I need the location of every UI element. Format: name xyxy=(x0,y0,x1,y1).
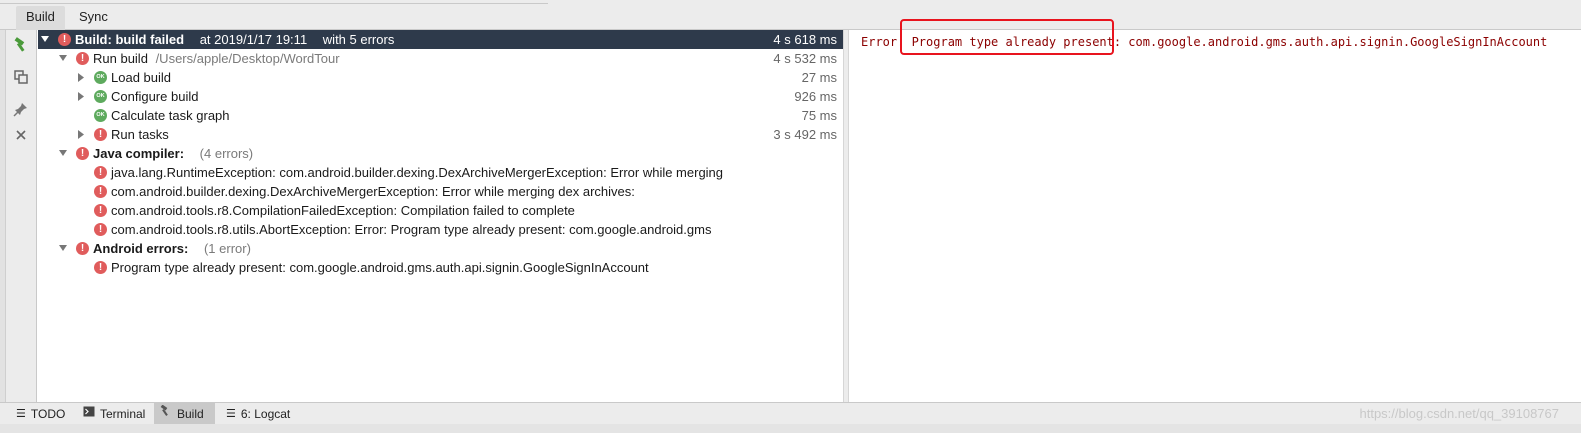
load-build-label: Load build xyxy=(111,70,171,85)
tab-build[interactable]: Build xyxy=(16,6,65,30)
collapse-arrow-icon[interactable] xyxy=(75,87,87,106)
root-status: build failed xyxy=(115,32,185,47)
collapse-arrow-icon[interactable] xyxy=(75,125,87,144)
error-icon xyxy=(94,185,107,198)
java-compiler-count: (4 errors) xyxy=(199,146,254,161)
java-compiler-label-group: Java compiler: (4 errors) xyxy=(93,144,253,163)
android-errors-count: (1 error) xyxy=(203,241,251,256)
tree-item-load-build[interactable]: Load build 27 ms xyxy=(38,68,843,87)
error-icon xyxy=(76,147,89,160)
rebuild-hammer-icon[interactable] xyxy=(12,36,30,54)
ok-icon xyxy=(94,109,107,122)
java-error-item[interactable]: com.android.builder.dexing.DexArchiveMer… xyxy=(38,182,843,201)
watermark: https://blog.csdn.net/qq_39108767 xyxy=(1359,406,1560,421)
left-edge-strip xyxy=(0,30,6,402)
bottom-tool-bar: ☰ TODO Terminal Build ☰ 6: Logcat https:… xyxy=(0,402,1581,425)
android-error-item[interactable]: Program type already present: com.google… xyxy=(38,258,843,277)
run-tasks-label: Run tasks xyxy=(111,127,169,142)
error-icon xyxy=(94,128,107,141)
error-icon xyxy=(94,261,107,274)
collapse-arrow-icon[interactable] xyxy=(75,68,87,87)
android-error-text: Program type already present: com.google… xyxy=(111,260,649,275)
java-error-item[interactable]: java.lang.RuntimeException: com.android.… xyxy=(38,163,843,182)
toggle-view-icon[interactable] xyxy=(12,68,30,86)
java-error-item[interactable]: com.android.tools.r8.utils.AbortExceptio… xyxy=(38,220,843,239)
configure-build-label: Configure build xyxy=(111,89,199,104)
expand-arrow-icon[interactable] xyxy=(57,49,69,68)
configure-build-duration: 926 ms xyxy=(794,89,837,104)
bottom-tab-terminal-label: Terminal xyxy=(100,407,146,421)
run-build-duration: 4 s 532 ms xyxy=(773,51,837,66)
tree-item-run-build[interactable]: Run build /Users/apple/Desktop/WordTour … xyxy=(38,49,843,68)
bottom-tab-terminal[interactable]: Terminal xyxy=(77,403,153,425)
error-icon xyxy=(94,204,107,217)
tool-window-header: Build Sync xyxy=(0,0,1581,30)
tree-item-android-errors[interactable]: Android errors: (1 error) xyxy=(38,239,843,258)
tree-item-java-compiler[interactable]: Java compiler: (4 errors) xyxy=(38,144,843,163)
tree-root-build-failed[interactable]: Build: build failed at 2019/1/17 19:11 w… xyxy=(38,30,843,49)
bottom-edge xyxy=(0,424,1581,433)
run-tasks-duration: 3 s 492 ms xyxy=(773,127,837,142)
console-output[interactable]: Error: Program type already present: com… xyxy=(849,19,1581,402)
android-errors-label-group: Android errors: (1 error) xyxy=(93,239,251,258)
load-build-duration: 27 ms xyxy=(801,70,837,85)
bottom-tab-todo[interactable]: ☰ TODO xyxy=(10,403,73,425)
bottom-tab-build-label: Build xyxy=(177,407,204,421)
tab-build-label: Build xyxy=(26,9,55,24)
calc-graph-label: Calculate task graph xyxy=(111,108,230,123)
terminal-icon xyxy=(83,403,95,425)
pin-icon[interactable] xyxy=(12,100,30,118)
error-icon xyxy=(76,52,89,65)
bottom-tab-logcat-label: 6: Logcat xyxy=(240,407,291,421)
java-compiler-label: Java compiler: xyxy=(93,146,185,161)
java-error-text: com.android.tools.r8.utils.AbortExceptio… xyxy=(111,222,712,237)
top-separator xyxy=(0,0,548,4)
root-timestamp: at 2019/1/17 19:11 xyxy=(199,32,308,47)
error-icon xyxy=(94,223,107,236)
error-icon xyxy=(94,166,107,179)
close-icon[interactable] xyxy=(12,126,30,144)
tree-item-calculate-task-graph[interactable]: Calculate task graph 75 ms xyxy=(38,106,843,125)
java-error-text: com.android.builder.dexing.DexArchiveMer… xyxy=(111,184,635,199)
hammer-icon xyxy=(160,403,172,425)
bottom-tab-logcat[interactable]: ☰ 6: Logcat xyxy=(220,403,298,425)
error-icon xyxy=(58,33,71,46)
bottom-tab-todo-label: TODO xyxy=(30,407,66,421)
root-error-count: with 5 errors xyxy=(322,32,395,47)
ok-icon xyxy=(94,90,107,103)
build-tree: Build: build failed at 2019/1/17 19:11 w… xyxy=(38,30,843,402)
root-label-group: Build: build failed at 2019/1/17 19:11 w… xyxy=(75,30,394,49)
highlight-box xyxy=(900,19,1114,55)
console-line: Error: Program type already present: com… xyxy=(849,19,1581,55)
run-build-path: /Users/apple/Desktop/WordTour xyxy=(155,51,340,66)
root-duration: 4 s 618 ms xyxy=(773,32,837,47)
java-error-text: java.lang.RuntimeException: com.android.… xyxy=(111,165,724,180)
bottom-tab-build[interactable]: Build xyxy=(154,403,215,425)
java-error-text: com.android.tools.r8.CompilationFailedEx… xyxy=(111,203,575,218)
tree-item-run-tasks[interactable]: Run tasks 3 s 492 ms xyxy=(38,125,843,144)
calc-graph-duration: 75 ms xyxy=(801,108,837,123)
expand-arrow-icon[interactable] xyxy=(39,30,51,49)
expand-arrow-icon[interactable] xyxy=(57,144,69,163)
logcat-icon: ☰ xyxy=(226,408,236,420)
list-icon: ☰ xyxy=(16,408,26,420)
java-error-item[interactable]: com.android.tools.r8.CompilationFailedEx… xyxy=(38,201,843,220)
tab-sync-label: Sync xyxy=(79,9,108,24)
tab-sync[interactable]: Sync xyxy=(69,6,118,30)
run-build-label-group: Run build /Users/apple/Desktop/WordTour xyxy=(93,49,340,68)
ok-icon xyxy=(94,71,107,84)
root-label: Build: xyxy=(75,32,112,47)
run-build-label: Run build xyxy=(93,51,148,66)
expand-arrow-icon[interactable] xyxy=(57,239,69,258)
error-icon xyxy=(76,242,89,255)
android-errors-label: Android errors: xyxy=(93,241,189,256)
tree-item-configure-build[interactable]: Configure build 926 ms xyxy=(38,87,843,106)
